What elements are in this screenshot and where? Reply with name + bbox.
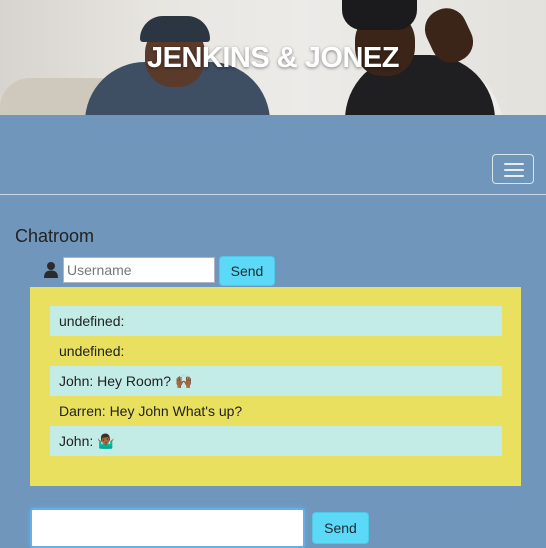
- username-input[interactable]: [63, 257, 215, 283]
- hamburger-icon: [504, 163, 524, 165]
- header-banner: JENKINS & JONEZ: [0, 0, 546, 115]
- message-input[interactable]: [30, 508, 305, 548]
- hamburger-icon-bar: [504, 175, 524, 177]
- message-item: John: 🤷🏾‍♂: [50, 426, 502, 456]
- navbar-toggle-button[interactable]: [492, 154, 534, 184]
- chatroom-heading: Chatroom: [15, 226, 95, 246]
- banner-person-left-cap: [140, 16, 210, 42]
- message-item: undefined:: [59, 343, 125, 359]
- message-item: undefined:: [50, 306, 502, 336]
- site-title: JENKINS & JONEZ: [147, 42, 399, 74]
- message-list: undefined: undefined: John: Hey Room? 🙌🏾…: [30, 287, 521, 486]
- hamburger-icon-bar: [504, 169, 524, 171]
- banner-person-right-cap: [342, 0, 417, 30]
- message-send-button[interactable]: Send: [312, 512, 369, 544]
- message-item: Darren: Hey John What's up?: [59, 403, 243, 419]
- message-item: John: Hey Room? 🙌🏾: [50, 366, 502, 396]
- user-icon: [44, 262, 58, 278]
- navbar-divider: [0, 194, 546, 195]
- username-send-button[interactable]: Send: [219, 256, 275, 286]
- navbar: [0, 115, 546, 195]
